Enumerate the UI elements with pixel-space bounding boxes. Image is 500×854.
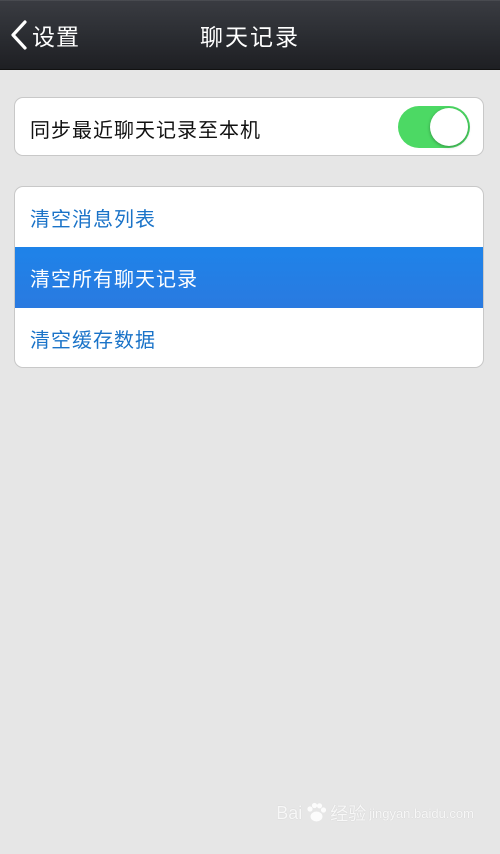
clear-actions-list: 清空消息列表 清空所有聊天记录 清空缓存数据 [14, 186, 484, 368]
watermark-sub: jingyan.baidu.com [369, 805, 474, 821]
sync-toggle[interactable] [398, 106, 470, 148]
watermark-brand-left: Bai [276, 802, 303, 823]
sync-label: 同步最近聊天记录至本机 [30, 118, 261, 142]
sync-setting-row: 同步最近聊天记录至本机 [14, 97, 484, 156]
watermark: Bai 经验 jingyan.baidu.com [276, 800, 474, 826]
page-title: 聊天记录 [200, 25, 300, 51]
paw-icon [307, 802, 327, 822]
navigation-bar: 设置 聊天记录 [0, 0, 500, 70]
clear-message-list-button[interactable]: 清空消息列表 [15, 187, 483, 248]
toggle-knob [430, 108, 468, 146]
watermark-brand-right: 经验 [330, 804, 367, 824]
clear-cache-button[interactable]: 清空缓存数据 [15, 308, 483, 367]
clear-all-chat-history-button[interactable]: 清空所有聊天记录 [15, 247, 483, 308]
